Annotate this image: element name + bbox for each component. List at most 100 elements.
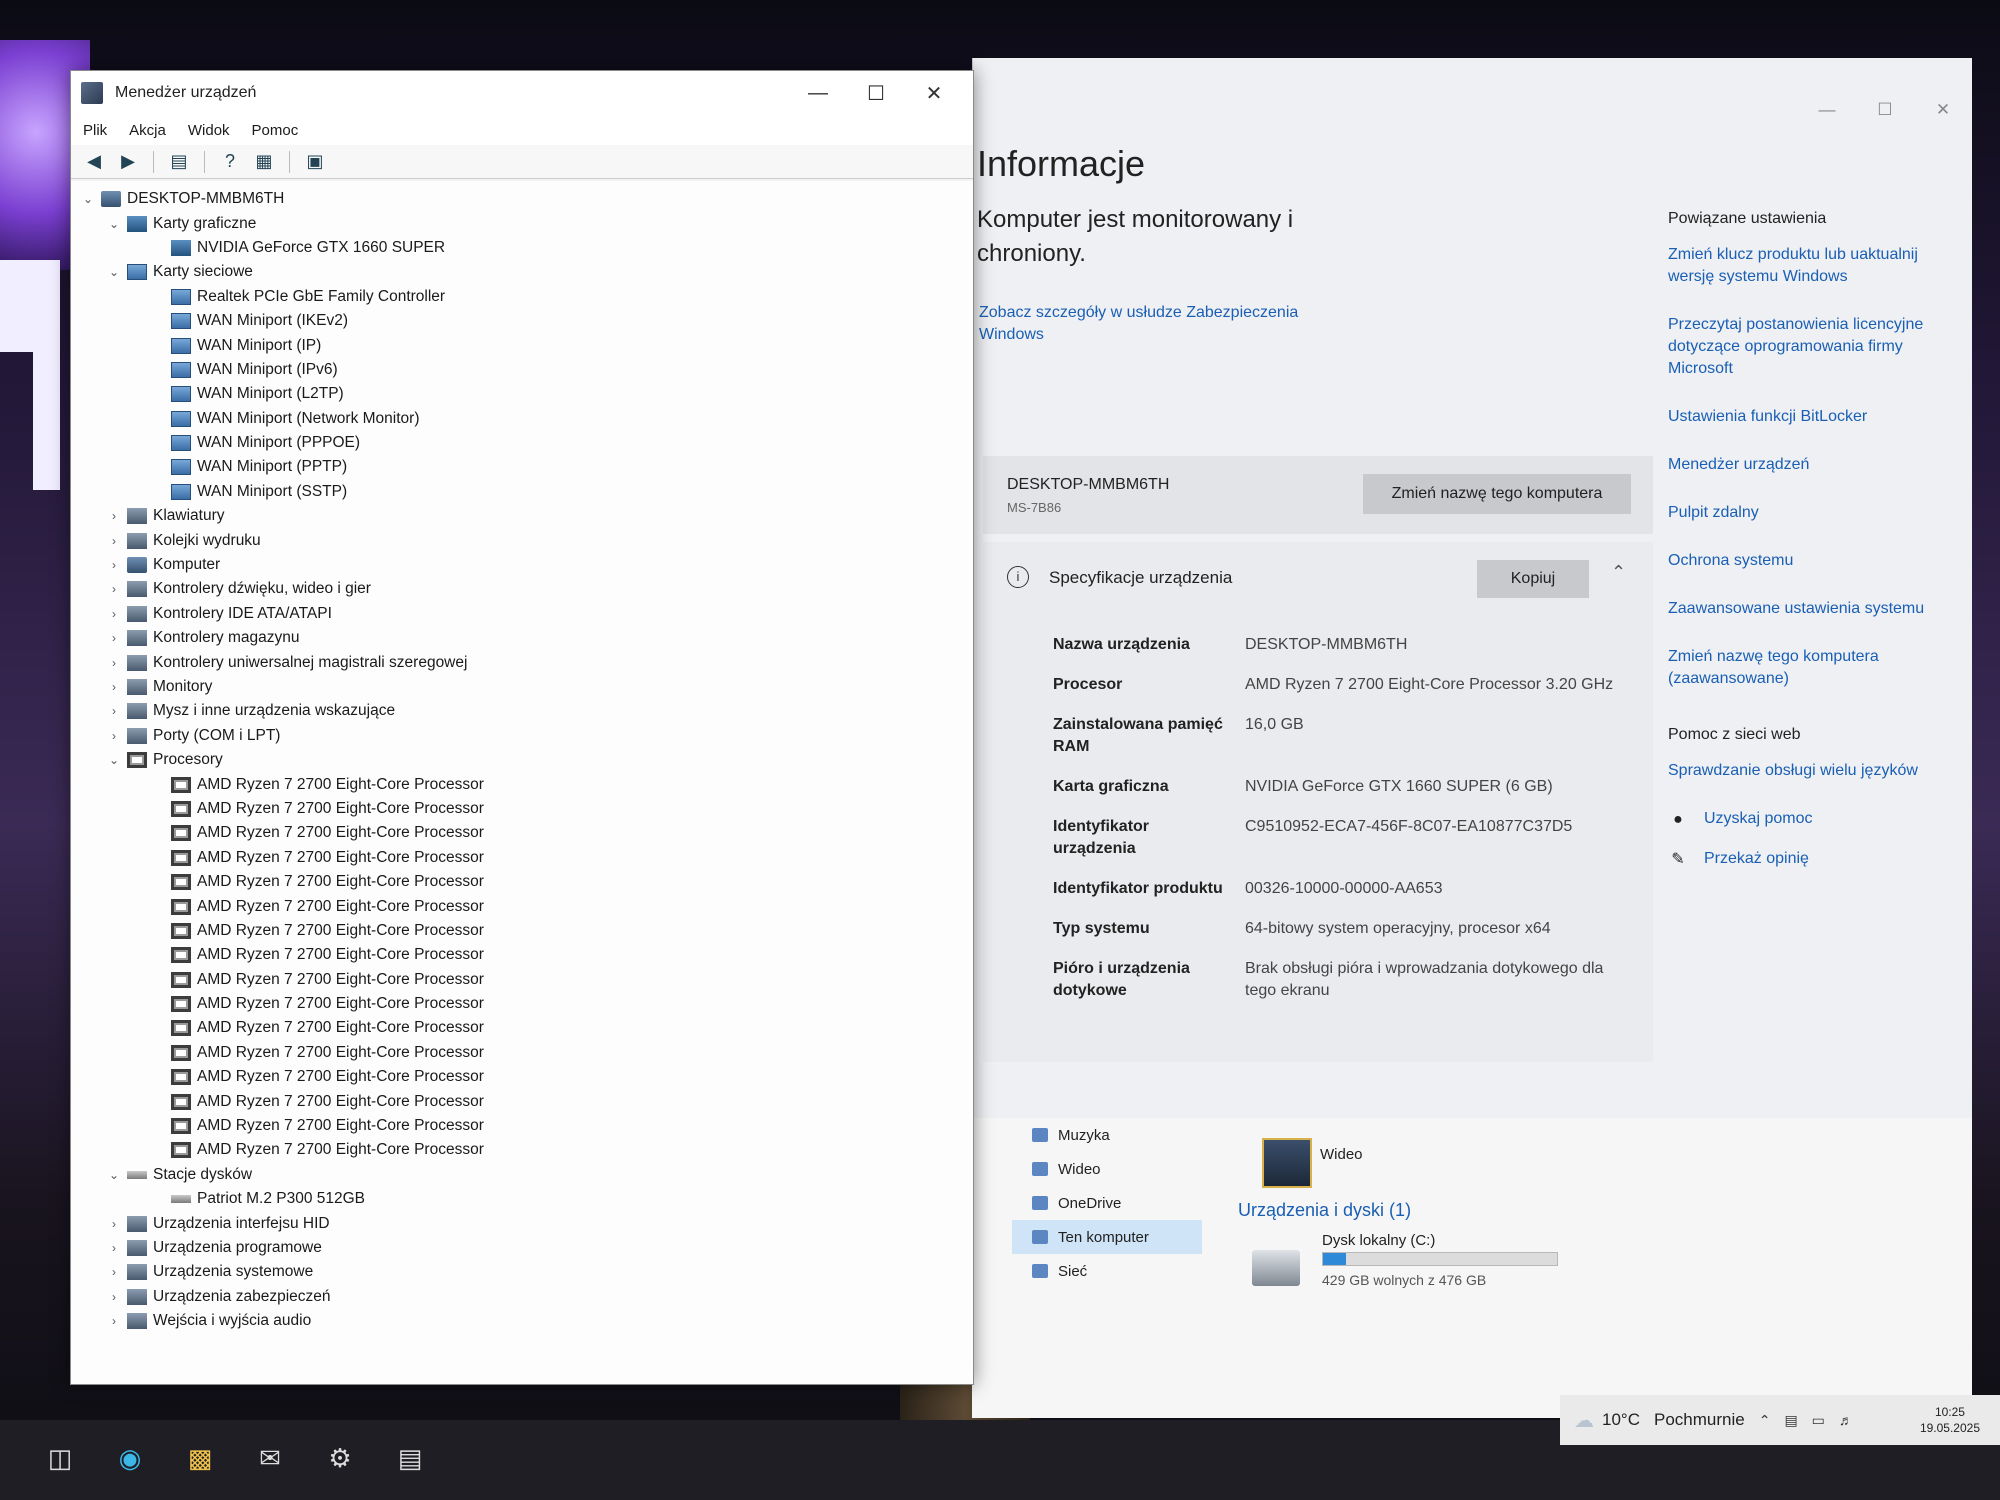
device-item[interactable]: Realtek PCIe GbE Family Controller <box>79 285 973 309</box>
chevron-right-icon[interactable]: › <box>105 558 123 572</box>
menu-help[interactable]: Pomoc <box>252 122 299 139</box>
chevron-right-icon[interactable]: › <box>105 1314 123 1328</box>
update-driver-icon[interactable]: ▦ <box>251 150 277 174</box>
get-help-link[interactable]: Uzyskaj pomoc <box>1704 808 1812 830</box>
network-tray-icon[interactable]: ▤ <box>1784 1412 1797 1429</box>
nav-item-video[interactable]: Wideo <box>1012 1152 1202 1186</box>
copy-button[interactable]: Kopiuj <box>1477 560 1589 598</box>
nav-item-onedrive[interactable]: OneDrive <box>1012 1186 1202 1220</box>
chevron-right-icon[interactable]: › <box>105 582 123 596</box>
device-category[interactable]: › Komputer <box>79 553 973 577</box>
rename-pc-advanced-link[interactable]: Zmień nazwę tego komputera (zaawansowane… <box>1668 646 1958 690</box>
chevron-down-icon[interactable]: ⌄ <box>105 265 123 279</box>
chevron-right-icon[interactable]: › <box>105 509 123 523</box>
device-item[interactable]: AMD Ryzen 7 2700 Eight-Core Processor <box>79 919 973 943</box>
rename-pc-button[interactable]: Zmień nazwę tego komputera <box>1363 474 1631 514</box>
device-item[interactable]: WAN Miniport (PPTP) <box>79 455 973 479</box>
volume-icon[interactable]: ♬ <box>1839 1412 1853 1428</box>
device-category[interactable]: › Kontrolery magazynu <box>79 626 973 650</box>
device-item[interactable]: AMD Ryzen 7 2700 Eight-Core Processor <box>79 797 973 821</box>
device-category[interactable]: › Wejścia i wyjścia audio <box>79 1309 973 1333</box>
device-item[interactable]: AMD Ryzen 7 2700 Eight-Core Processor <box>79 894 973 918</box>
device-item[interactable]: WAN Miniport (IPv6) <box>79 358 973 382</box>
help-icon[interactable]: ? <box>217 150 243 174</box>
weather-condition[interactable]: Pochmurnie <box>1654 1410 1745 1430</box>
device-category[interactable]: › Kontrolery IDE ATA/ATAPI <box>79 602 973 626</box>
chevron-right-icon[interactable]: › <box>105 1217 123 1231</box>
edge-icon[interactable]: ◉ <box>110 1438 150 1478</box>
close-icon[interactable]: ✕ <box>1914 88 1972 132</box>
device-item[interactable]: WAN Miniport (IP) <box>79 333 973 357</box>
device-category[interactable]: ⌄ Procesory <box>79 748 973 772</box>
device-item[interactable]: AMD Ryzen 7 2700 Eight-Core Processor <box>79 846 973 870</box>
chevron-right-icon[interactable]: › <box>105 704 123 718</box>
device-item[interactable]: AMD Ryzen 7 2700 Eight-Core Processor <box>79 1016 973 1040</box>
chevron-down-icon[interactable]: ⌄ <box>105 1168 123 1182</box>
clock[interactable]: 10:25 19.05.2025 <box>1920 1404 2000 1436</box>
weather-temperature[interactable]: 10°C <box>1602 1410 1640 1430</box>
device-item[interactable]: NVIDIA GeForce GTX 1660 SUPER <box>79 236 973 260</box>
system-protection-link[interactable]: Ochrona systemu <box>1668 550 1958 572</box>
back-icon[interactable]: ◀ <box>81 150 107 174</box>
folder-icon[interactable]: ▩ <box>180 1438 220 1478</box>
devices-section-header[interactable]: Urządzenia i dyski (1) <box>1238 1200 1411 1221</box>
device-category[interactable]: › Porty (COM i LPT) <box>79 724 973 748</box>
maximize-icon[interactable]: ☐ <box>847 71 905 115</box>
device-item[interactable]: AMD Ryzen 7 2700 Eight-Core Processor <box>79 772 973 796</box>
menu-view[interactable]: Widok <box>188 122 230 139</box>
chevron-right-icon[interactable]: › <box>105 631 123 645</box>
chevron-right-icon[interactable]: › <box>105 607 123 621</box>
device-category[interactable]: › Urządzenia zabezpieczeń <box>79 1285 973 1309</box>
chevron-down-icon[interactable]: ⌄ <box>105 753 123 767</box>
drive-name[interactable]: Dysk lokalny (C:) <box>1322 1232 1435 1249</box>
chevron-right-icon[interactable]: › <box>105 534 123 548</box>
tree-root[interactable]: ⌄ DESKTOP-MMBM6TH <box>79 187 973 211</box>
chevron-down-icon[interactable]: ⌄ <box>79 192 97 206</box>
task-view-icon[interactable]: ◫ <box>40 1438 80 1478</box>
license-terms-link[interactable]: Przeczytaj postanowienia licencyjne doty… <box>1668 314 1958 380</box>
nav-item-this-pc[interactable]: Ten komputer <box>1012 1220 1202 1254</box>
device-manager-link[interactable]: Menedżer urządzeń <box>1668 454 1958 476</box>
device-item[interactable]: WAN Miniport (L2TP) <box>79 382 973 406</box>
title-bar[interactable]: Menedżer urządzeń — ☐ ✕ <box>71 71 973 115</box>
close-icon[interactable]: ✕ <box>905 71 963 115</box>
chevron-right-icon[interactable]: › <box>105 656 123 670</box>
device-item[interactable]: AMD Ryzen 7 2700 Eight-Core Processor <box>79 1089 973 1113</box>
device-item[interactable]: AMD Ryzen 7 2700 Eight-Core Processor <box>79 1041 973 1065</box>
maximize-icon[interactable]: ☐ <box>1856 88 1914 132</box>
device-item[interactable]: AMD Ryzen 7 2700 Eight-Core Processor <box>79 992 973 1016</box>
device-category[interactable]: ⌄ Karty graficzne <box>79 211 973 235</box>
forward-icon[interactable]: ▶ <box>115 150 141 174</box>
multi-language-help-link[interactable]: Sprawdzanie obsługi wielu języków <box>1668 760 1958 782</box>
device-item[interactable]: WAN Miniport (Network Monitor) <box>79 407 973 431</box>
change-product-key-link[interactable]: Zmień klucz produktu lub uaktualnij wers… <box>1668 244 1958 288</box>
device-item[interactable]: AMD Ryzen 7 2700 Eight-Core Processor <box>79 968 973 992</box>
nav-item-network[interactable]: Sieć <box>1012 1254 1202 1288</box>
nav-item-music[interactable]: Muzyka <box>1012 1118 1202 1152</box>
menu-action[interactable]: Akcja <box>129 122 166 139</box>
device-item[interactable]: AMD Ryzen 7 2700 Eight-Core Processor <box>79 1065 973 1089</box>
get-help-row[interactable]: ● Uzyskaj pomoc <box>1668 808 1958 830</box>
device-category[interactable]: ⌄ Karty sieciowe <box>79 260 973 284</box>
device-category[interactable]: ⌄ Stacje dysków <box>79 1163 973 1187</box>
scan-hardware-icon[interactable]: ▣ <box>302 150 328 174</box>
device-item[interactable]: AMD Ryzen 7 2700 Eight-Core Processor <box>79 870 973 894</box>
chevron-right-icon[interactable]: › <box>105 1265 123 1279</box>
device-category[interactable]: › Kontrolery dźwięku, wideo i gier <box>79 577 973 601</box>
properties-icon[interactable]: ▤ <box>166 150 192 174</box>
security-details-link[interactable]: Zobacz szczegóły w usłudze Zabezpieczeni… <box>979 302 1359 346</box>
device-category[interactable]: › Klawiatury <box>79 504 973 528</box>
device-item[interactable]: WAN Miniport (SSTP) <box>79 480 973 504</box>
device-category[interactable]: › Mysz i inne urządzenia wskazujące <box>79 699 973 723</box>
device-item[interactable]: WAN Miniport (PPPOE) <box>79 431 973 455</box>
advanced-system-settings-link[interactable]: Zaawansowane ustawienia systemu <box>1668 598 1958 620</box>
chevron-up-icon[interactable]: ⌃ <box>1759 1412 1771 1429</box>
settings-gear-icon[interactable]: ⚙ <box>320 1438 360 1478</box>
device-category[interactable]: › Urządzenia systemowe <box>79 1260 973 1284</box>
device-category[interactable]: › Kolejki wydruku <box>79 528 973 552</box>
chevron-right-icon[interactable]: › <box>105 1290 123 1304</box>
minimize-icon[interactable]: — <box>789 71 847 115</box>
feedback-row[interactable]: ✎ Przekaż opinię <box>1668 848 1958 870</box>
device-item[interactable]: WAN Miniport (IKEv2) <box>79 309 973 333</box>
device-manager-taskbar-icon[interactable]: ▤ <box>390 1438 430 1478</box>
